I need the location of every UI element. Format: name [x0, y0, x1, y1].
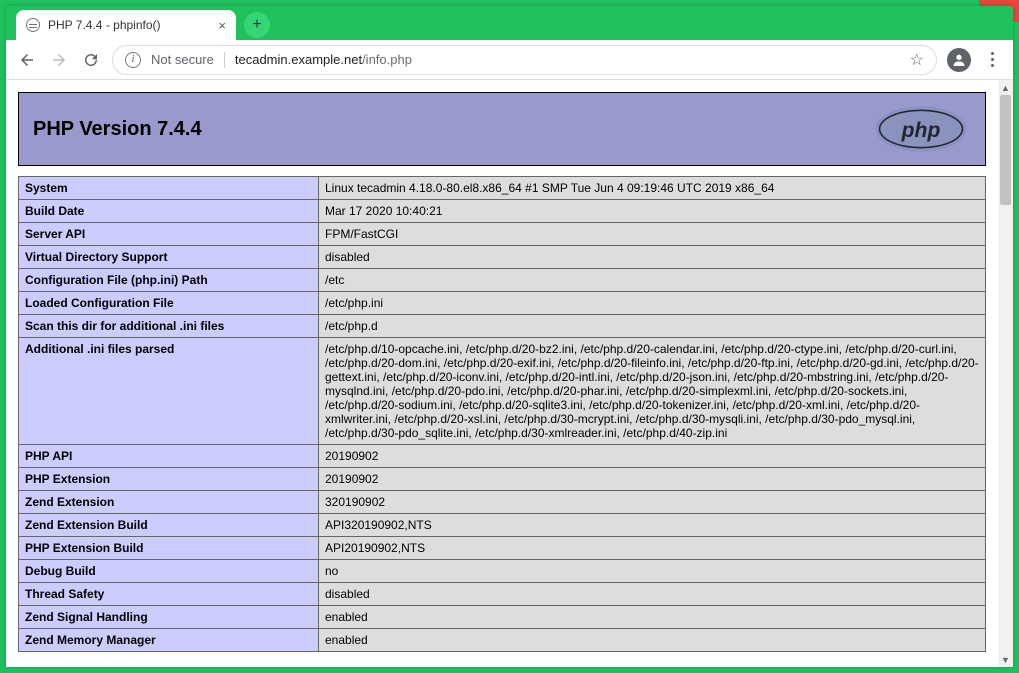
- info-value: FPM/FastCGI: [319, 223, 986, 246]
- info-value: 20190902: [319, 445, 986, 468]
- viewport: PHP Version 7.4.4 php SystemLinux tecadm…: [6, 80, 1013, 667]
- info-key: Virtual Directory Support: [19, 246, 319, 269]
- phpinfo-header: PHP Version 7.4.4 php: [18, 92, 986, 166]
- info-value: API20190902,NTS: [319, 537, 986, 560]
- info-value: /etc/php.d/10-opcache.ini, /etc/php.d/20…: [319, 338, 986, 445]
- info-key: Zend Extension: [19, 491, 319, 514]
- info-key: Loaded Configuration File: [19, 292, 319, 315]
- vertical-scrollbar[interactable]: ▲ ▼: [998, 80, 1013, 667]
- table-row: SystemLinux tecadmin 4.18.0-80.el8.x86_6…: [19, 177, 986, 200]
- profile-button[interactable]: [947, 48, 971, 72]
- table-row: Thread Safetydisabled: [19, 583, 986, 606]
- arrow-right-icon: [50, 51, 68, 69]
- info-key: Build Date: [19, 200, 319, 223]
- separator: [224, 52, 225, 68]
- table-row: Debug Buildno: [19, 560, 986, 583]
- bookmark-button[interactable]: ☆: [910, 50, 924, 70]
- browser-tab[interactable]: PHP 7.4.4 - phpinfo() ×: [16, 10, 236, 40]
- php-logo: php: [871, 103, 971, 155]
- browser-shell: PHP 7.4.4 - phpinfo() × + i Not secure t…: [6, 6, 1013, 667]
- reload-icon: [82, 51, 100, 69]
- info-key: Zend Memory Manager: [19, 629, 319, 652]
- tabstrip: PHP 7.4.4 - phpinfo() × +: [6, 6, 1013, 40]
- window-frame: PHP 7.4.4 - phpinfo() × + i Not secure t…: [0, 0, 1019, 673]
- reload-button[interactable]: [80, 49, 102, 71]
- arrow-left-icon: [18, 51, 36, 69]
- table-row: Additional .ini files parsed/etc/php.d/1…: [19, 338, 986, 445]
- info-key: PHP Extension Build: [19, 537, 319, 560]
- info-value: 20190902: [319, 468, 986, 491]
- table-row: PHP Extension20190902: [19, 468, 986, 491]
- info-key: Zend Extension Build: [19, 514, 319, 537]
- person-icon: [951, 52, 967, 68]
- info-key: PHP API: [19, 445, 319, 468]
- info-value: enabled: [319, 629, 986, 652]
- tab-close-button[interactable]: ×: [218, 18, 226, 33]
- table-row: Scan this dir for additional .ini files/…: [19, 315, 986, 338]
- svg-text:php: php: [901, 119, 941, 142]
- info-value: Linux tecadmin 4.18.0-80.el8.x86_64 #1 S…: [319, 177, 986, 200]
- table-row: Virtual Directory Supportdisabled: [19, 246, 986, 269]
- forward-button[interactable]: [48, 49, 70, 71]
- info-key: Additional .ini files parsed: [19, 338, 319, 445]
- info-key: Debug Build: [19, 560, 319, 583]
- new-tab-button[interactable]: +: [244, 12, 270, 38]
- table-row: Zend Memory Managerenabled: [19, 629, 986, 652]
- tab-title: PHP 7.4.4 - phpinfo(): [48, 18, 161, 32]
- info-key: PHP Extension: [19, 468, 319, 491]
- table-row: PHP Extension BuildAPI20190902,NTS: [19, 537, 986, 560]
- table-row: Loaded Configuration File/etc/php.ini: [19, 292, 986, 315]
- page-content: PHP Version 7.4.4 php SystemLinux tecadm…: [6, 80, 998, 667]
- not-secure-label: Not secure: [151, 52, 214, 67]
- page-title: PHP Version 7.4.4: [33, 118, 202, 141]
- back-button[interactable]: [16, 49, 38, 71]
- info-key: Zend Signal Handling: [19, 606, 319, 629]
- info-key: Server API: [19, 223, 319, 246]
- url-text: tecadmin.example.net/info.php: [235, 52, 412, 67]
- info-value: no: [319, 560, 986, 583]
- info-key: Thread Safety: [19, 583, 319, 606]
- table-row: Configuration File (php.ini) Path/etc: [19, 269, 986, 292]
- info-key: Configuration File (php.ini) Path: [19, 269, 319, 292]
- info-value: disabled: [319, 246, 986, 269]
- browser-menu-button[interactable]: [981, 52, 1003, 67]
- info-value: /etc/php.ini: [319, 292, 986, 315]
- info-value: API320190902,NTS: [319, 514, 986, 537]
- site-info-icon[interactable]: i: [125, 52, 141, 68]
- table-row: Zend Extension BuildAPI320190902,NTS: [19, 514, 986, 537]
- info-value: Mar 17 2020 10:40:21: [319, 200, 986, 223]
- info-value: 320190902: [319, 491, 986, 514]
- scroll-up-button[interactable]: ▲: [998, 80, 1013, 95]
- scroll-thumb[interactable]: [1000, 95, 1011, 205]
- info-value: /etc/php.d: [319, 315, 986, 338]
- table-row: Zend Extension320190902: [19, 491, 986, 514]
- address-bar[interactable]: i Not secure tecadmin.example.net/info.p…: [112, 45, 937, 75]
- table-row: PHP API20190902: [19, 445, 986, 468]
- phpinfo-table: SystemLinux tecadmin 4.18.0-80.el8.x86_6…: [18, 176, 986, 652]
- table-row: Build DateMar 17 2020 10:40:21: [19, 200, 986, 223]
- info-value: disabled: [319, 583, 986, 606]
- info-value: enabled: [319, 606, 986, 629]
- table-row: Server APIFPM/FastCGI: [19, 223, 986, 246]
- toolbar: i Not secure tecadmin.example.net/info.p…: [6, 40, 1013, 80]
- scroll-down-button[interactable]: ▼: [998, 652, 1013, 667]
- url-host: tecadmin.example.net: [235, 52, 362, 67]
- info-key: System: [19, 177, 319, 200]
- info-value: /etc: [319, 269, 986, 292]
- url-path: /info.php: [362, 52, 412, 67]
- info-key: Scan this dir for additional .ini files: [19, 315, 319, 338]
- table-row: Zend Signal Handlingenabled: [19, 606, 986, 629]
- globe-icon: [26, 18, 40, 32]
